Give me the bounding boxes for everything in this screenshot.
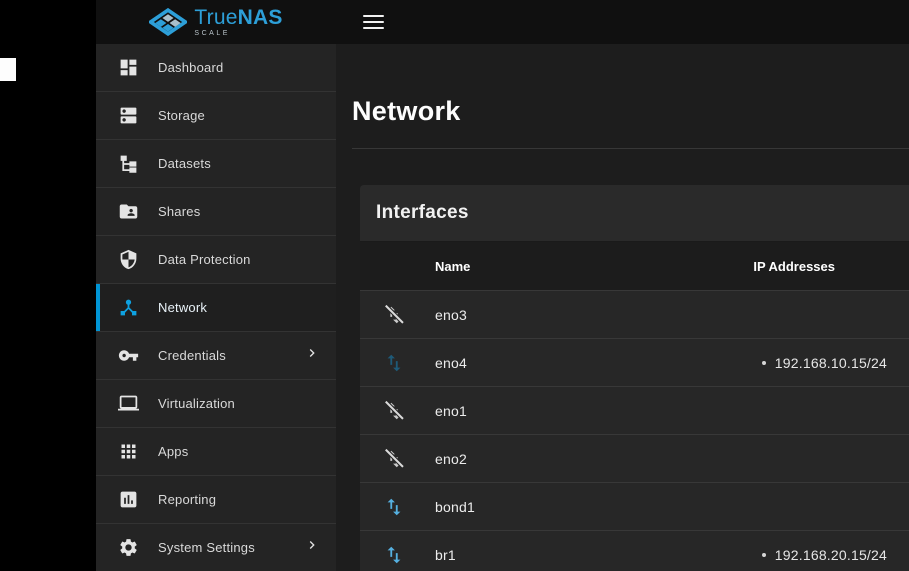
- interfaces-table-header: Name IP Addresses: [360, 242, 909, 290]
- ip-bullet: [762, 361, 766, 365]
- sidebar-item-label: Network: [158, 300, 207, 315]
- credentials-icon: [116, 344, 140, 368]
- chevron-right-icon: [304, 537, 320, 558]
- sidebar-item-label: Apps: [158, 444, 188, 459]
- network-icon: [116, 296, 140, 320]
- interface-name: bond1: [435, 499, 475, 515]
- interface-name: eno3: [435, 307, 467, 323]
- interface-ip-address: 192.168.20.15/24: [775, 547, 887, 563]
- shares-icon: [116, 200, 140, 224]
- top-header-bar: TrueNAS SCALE: [96, 0, 909, 44]
- sidebar-item-storage[interactable]: Storage: [96, 92, 336, 140]
- interface-ip-cell: 192.168.20.15/24: [762, 547, 887, 563]
- interface-row-bond1[interactable]: bond1: [360, 482, 909, 530]
- interface-down-icon: [382, 303, 406, 327]
- interface-down-icon: [382, 399, 406, 423]
- apps-icon: [116, 440, 140, 464]
- interface-ip-address: 192.168.10.15/24: [775, 355, 887, 371]
- sidebar-nav: Dashboard Storage Datasets Shares Data P…: [96, 44, 336, 571]
- storage-icon: [116, 104, 140, 128]
- sidebar-item-system-settings[interactable]: System Settings: [96, 524, 336, 571]
- sidebar-item-label: Data Protection: [158, 252, 251, 267]
- column-header-ip-addresses[interactable]: IP Addresses: [753, 259, 835, 274]
- interfaces-card-title: Interfaces: [376, 202, 469, 224]
- sidebar-item-virtualization[interactable]: Virtualization: [96, 380, 336, 428]
- interface-row-eno4[interactable]: eno4 192.168.10.15/24: [360, 338, 909, 386]
- truenas-logo-icon: [149, 8, 187, 36]
- sidebar-item-label: Credentials: [158, 348, 226, 363]
- sidebar-item-label: Storage: [158, 108, 205, 123]
- interface-up-icon: [382, 543, 406, 567]
- title-divider: [352, 148, 909, 149]
- brand-subtitle: SCALE: [194, 30, 282, 37]
- sidebar-item-label: System Settings: [158, 540, 255, 555]
- interface-name: eno1: [435, 403, 467, 419]
- interface-row-eno1[interactable]: eno1: [360, 386, 909, 434]
- interface-ip-cell: 192.168.10.15/24: [762, 355, 887, 371]
- sidebar-item-credentials[interactable]: Credentials: [96, 332, 336, 380]
- sidebar-item-network[interactable]: Network: [96, 284, 336, 332]
- sidebar-item-apps[interactable]: Apps: [96, 428, 336, 476]
- chevron-right-icon: [304, 345, 320, 366]
- datasets-icon: [116, 152, 140, 176]
- interfaces-card-header: Interfaces: [360, 185, 909, 242]
- truenas-logo[interactable]: TrueNAS SCALE: [96, 7, 336, 37]
- interface-name: eno2: [435, 451, 467, 467]
- interface-down-icon: [382, 447, 406, 471]
- interfaces-card: Interfaces Name IP Addresses eno3 eno4 1…: [360, 185, 909, 571]
- desktop-background: [0, 0, 96, 571]
- app-frame: TrueNAS SCALE Dashboard Storage Datasets: [96, 0, 909, 571]
- sidebar-item-datasets[interactable]: Datasets: [96, 140, 336, 188]
- sidebar-item-label: Reporting: [158, 492, 216, 507]
- hamburger-menu-icon[interactable]: [363, 15, 384, 30]
- sidebar-item-label: Dashboard: [158, 60, 223, 75]
- interface-up-icon: [382, 495, 406, 519]
- main-content: Network Interfaces Name IP Addresses eno…: [336, 44, 909, 571]
- ip-bullet: [762, 553, 766, 557]
- interface-name: eno4: [435, 355, 467, 371]
- column-header-name[interactable]: Name: [435, 259, 470, 274]
- interface-up-icon: [382, 351, 406, 375]
- sidebar-item-data-protection[interactable]: Data Protection: [96, 236, 336, 284]
- sidebar-item-dashboard[interactable]: Dashboard: [96, 44, 336, 92]
- interfaces-table-body: eno3 eno4 192.168.10.15/24 eno1 eno2 bon…: [360, 290, 909, 571]
- interface-row-eno3[interactable]: eno3: [360, 290, 909, 338]
- sidebar-item-label: Virtualization: [158, 396, 235, 411]
- reporting-icon: [116, 488, 140, 512]
- sidebar-item-reporting[interactable]: Reporting: [96, 476, 336, 524]
- truenas-window: TrueNAS SCALE Dashboard Storage Datasets: [0, 0, 909, 571]
- sidebar-item-label: Datasets: [158, 156, 211, 171]
- interface-row-br1[interactable]: br1 192.168.20.15/24: [360, 530, 909, 571]
- sidebar-item-label: Shares: [158, 204, 200, 219]
- virtualization-icon: [116, 392, 140, 416]
- brand-name: TrueNAS: [194, 7, 282, 28]
- page-title: Network: [352, 96, 909, 127]
- dashboard-icon: [116, 56, 140, 80]
- interface-row-eno2[interactable]: eno2: [360, 434, 909, 482]
- data-protection-icon: [116, 248, 140, 272]
- stray-white-box: [0, 58, 16, 81]
- sidebar-item-shares[interactable]: Shares: [96, 188, 336, 236]
- system-settings-icon: [116, 536, 140, 560]
- interface-name: br1: [435, 547, 456, 563]
